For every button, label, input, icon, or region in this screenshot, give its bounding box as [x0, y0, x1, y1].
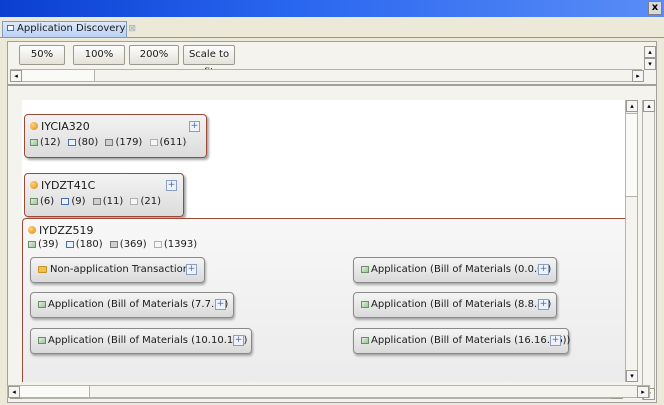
program-icon [30, 122, 38, 130]
child-application-bom-8-8-8[interactable]: Application (Bill of Materials (8.8.8)) … [353, 292, 557, 318]
node-stats: (12) (80) (179) (611) [30, 137, 190, 148]
application-icon [361, 266, 369, 273]
child-application-bom-7-7-7[interactable]: Application (Bill of Materials (7.7.7)) … [30, 292, 234, 318]
panel-vertical-scrollbar[interactable] [642, 100, 655, 400]
printer-count: (179) [115, 137, 143, 148]
scroll-left-arrow-icon[interactable]: ◂ [10, 70, 22, 82]
document-icon [149, 139, 158, 146]
screen-count: (9) [71, 196, 86, 207]
tab-divider [0, 37, 664, 38]
application-icon [361, 301, 369, 308]
child-label: Application (Bill of Materials (8.8.8)) [371, 299, 552, 310]
screen-count: (180) [75, 239, 103, 250]
node-title: IYDZT41C [30, 179, 95, 192]
document-icon [130, 198, 139, 205]
child-non-application-transactions[interactable]: Non-application Transactions + [30, 257, 205, 283]
tab-label: Application Discovery [17, 23, 126, 34]
window-title-bar: x [0, 0, 664, 17]
node-iycia320[interactable]: IYCIA320 (12) (80) (179) (611) + [24, 114, 207, 158]
program-icon [30, 181, 38, 189]
node-stats: (6) (9) (11) (21) [30, 196, 165, 207]
scroll-up-arrow-icon[interactable]: ▴ [644, 46, 656, 58]
tab-application-discovery[interactable]: Application Discovery ⊠ [2, 21, 136, 37]
node-name: IYCIA320 [41, 120, 90, 133]
screen-count: (80) [77, 137, 99, 148]
child-application-bom-16-16-16[interactable]: Application (Bill of Materials (16.16.16… [353, 328, 571, 354]
scroll-up-arrow-icon[interactable]: ▴ [626, 100, 638, 112]
node-iydzt41c[interactable]: IYDZT41C (6) (9) (11) (21) + [24, 173, 184, 217]
scroll-up-arrow-icon[interactable]: ▴ [643, 100, 655, 112]
scale-to-fit-button[interactable]: Scale to fit [183, 45, 235, 78]
node-title: IYCIA320 [30, 120, 90, 133]
canvas-vertical-scrollbar[interactable] [625, 100, 638, 382]
printer-icon [105, 139, 114, 146]
application-icon [361, 337, 369, 344]
editor-horizontal-scrollbar[interactable] [7, 385, 650, 398]
folder-icon [38, 266, 47, 273]
node-title: IYDZZ519 [28, 224, 94, 237]
tab-close-icon[interactable]: ⊠ [128, 24, 136, 34]
expand-icon[interactable]: + [186, 264, 197, 275]
transaction-icon [30, 198, 38, 205]
view-icon [7, 25, 14, 31]
document-icon [153, 241, 162, 248]
scroll-right-arrow-icon[interactable]: ▸ [632, 70, 644, 82]
expand-icon[interactable]: + [550, 335, 561, 346]
zoom-200-button[interactable]: 200% [129, 45, 179, 65]
printer-count: (11) [102, 196, 124, 207]
node-name: IYDZT41C [41, 179, 96, 192]
zoom-toolbar: 50% 100% 200% Scale to fit ◂ ▸ ▴ ▾ [7, 41, 657, 85]
scroll-left-arrow-icon[interactable]: ◂ [8, 386, 20, 398]
transaction-count: (12) [40, 137, 61, 148]
screen-icon [61, 198, 70, 205]
program-icon [28, 226, 36, 234]
scroll-down-arrow-icon[interactable]: ▾ [644, 58, 656, 70]
child-label: Application (Bill of Materials (0.0.0)) [371, 264, 552, 275]
diagram-panel: IYCIA320 (12) (80) (179) (611) + IYDZT41… [7, 85, 657, 403]
printer-icon [109, 241, 118, 248]
application-icon [38, 337, 46, 344]
screen-icon [67, 139, 76, 146]
child-application-bom-10-10-10[interactable]: Application (Bill of Materials (10.10.10… [30, 328, 252, 354]
expand-icon[interactable]: + [538, 299, 549, 310]
transaction-count: (39) [38, 239, 59, 250]
zoom-50-button[interactable]: 50% [19, 45, 65, 65]
printer-icon [92, 198, 101, 205]
document-count: (1393) [163, 239, 198, 250]
zoom-100-button[interactable]: 100% [73, 45, 125, 65]
scroll-right-arrow-icon[interactable]: ▸ [637, 386, 649, 398]
expand-icon[interactable]: + [189, 121, 200, 132]
expand-icon[interactable]: + [233, 335, 244, 346]
toolbar-horizontal-scrollbar[interactable] [10, 69, 642, 82]
expand-icon[interactable]: + [538, 264, 549, 275]
window-close-button[interactable]: x [648, 1, 662, 15]
diagram-canvas[interactable]: IYCIA320 (12) (80) (179) (611) + IYDZT41… [22, 100, 638, 382]
expand-icon[interactable]: + [215, 299, 226, 310]
document-count: (611) [159, 137, 187, 148]
scrollbar-thumb[interactable] [626, 113, 637, 197]
node-stats: (39) (180) (369) (1393) [28, 239, 201, 250]
scrollbar-thumb[interactable] [20, 386, 90, 397]
child-label: Non-application Transactions [50, 264, 195, 275]
scrollbar-thumb[interactable] [23, 70, 95, 81]
screen-icon [65, 241, 74, 248]
document-count: (21) [140, 196, 161, 207]
node-iydzz519[interactable]: IYDZZ519 (39) (180) (369) (1393) Non-app… [22, 218, 638, 382]
printer-count: (369) [119, 239, 147, 250]
node-name: IYDZZ519 [39, 224, 94, 237]
transaction-icon [30, 139, 38, 146]
child-label: Application (Bill of Materials (16.16.16… [371, 335, 571, 346]
transaction-icon [28, 241, 36, 248]
child-application-bom-0-0-0[interactable]: Application (Bill of Materials (0.0.0)) … [353, 257, 557, 283]
scroll-down-arrow-icon[interactable]: ▾ [626, 370, 638, 382]
child-label: Application (Bill of Materials (10.10.10… [48, 335, 248, 346]
child-label: Application (Bill of Materials (7.7.7)) [48, 299, 229, 310]
expand-icon[interactable]: + [166, 180, 177, 191]
transaction-count: (6) [40, 196, 55, 207]
editor-frame: Application Discovery ⊠ 50% 100% 200% Sca… [0, 17, 664, 405]
application-icon [38, 301, 46, 308]
